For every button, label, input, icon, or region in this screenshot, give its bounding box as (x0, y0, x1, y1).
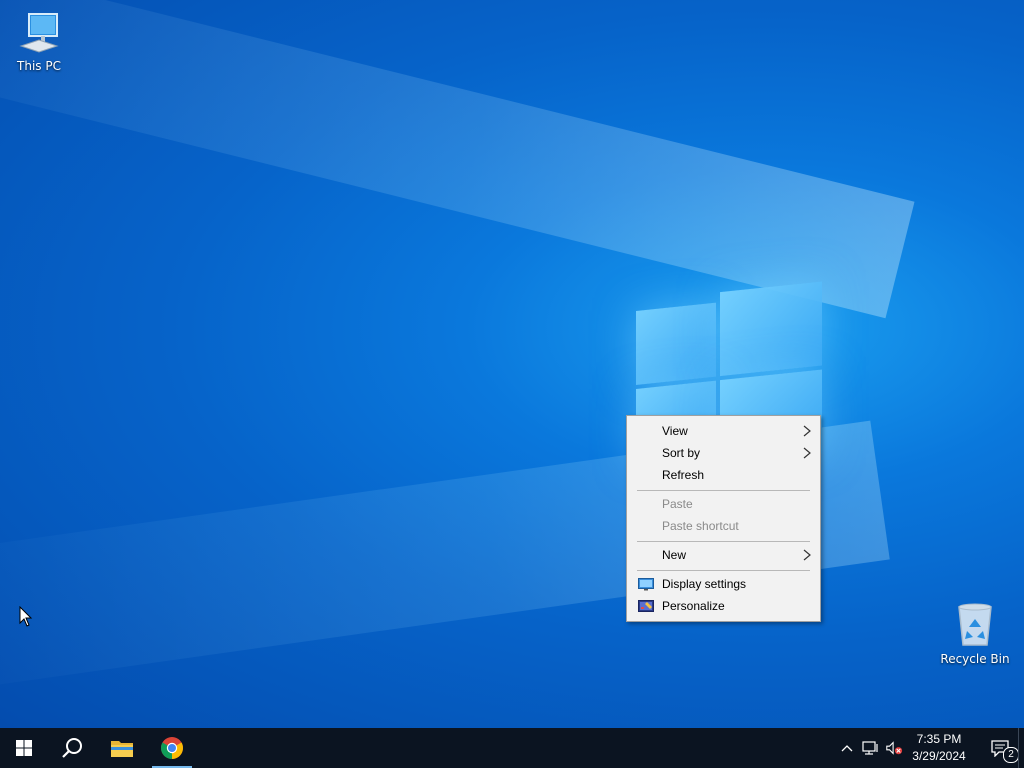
menu-item-view[interactable]: View (628, 420, 819, 442)
menu-item-refresh[interactable]: Refresh (628, 464, 819, 486)
show-desktop-button[interactable] (1018, 728, 1024, 768)
file-explorer-icon (111, 741, 133, 757)
display-icon (638, 578, 654, 591)
notification-count: 2 (1008, 749, 1014, 760)
chrome-icon (161, 737, 183, 759)
clock-date: 3/29/2024 (912, 749, 966, 763)
menu-item-sort-by[interactable]: Sort by (628, 442, 819, 464)
personalize-icon (638, 600, 654, 612)
desktop-icon-label: Recycle Bin (940, 652, 1010, 666)
menu-item-paste-shortcut: Paste shortcut (628, 515, 819, 537)
menu-item-paste: Paste (628, 493, 819, 515)
taskbar: 7:35 PM 3/29/2024 2 (0, 728, 1024, 768)
chevron-right-icon (803, 425, 811, 437)
computer-icon (19, 13, 59, 53)
menu-separator (637, 570, 810, 571)
recycle-bin-icon (958, 603, 992, 646)
clock-time: 7:35 PM (916, 732, 962, 746)
desktop-icon-this-pc[interactable]: This PC (1, 10, 77, 73)
desktop-icon-recycle-bin[interactable]: Recycle Bin (937, 601, 1013, 666)
network-icon (862, 741, 878, 755)
search-icon (62, 738, 82, 758)
chrome-button[interactable] (148, 728, 196, 768)
menu-item-display-settings[interactable]: Display settings (628, 573, 819, 595)
network-status-button[interactable] (862, 740, 880, 756)
menu-separator (637, 490, 810, 491)
action-center-button[interactable]: 2 (976, 728, 1024, 768)
start-icon (16, 740, 32, 756)
menu-item-label: Refresh (662, 468, 705, 482)
start-button[interactable] (0, 728, 48, 768)
menu-separator (637, 541, 810, 542)
search-button[interactable] (48, 728, 96, 768)
menu-item-personalize[interactable]: Personalize (628, 595, 819, 617)
menu-item-label: Display settings (662, 577, 747, 591)
light-beam (0, 0, 915, 319)
file-explorer-button[interactable] (98, 728, 146, 768)
menu-item-new[interactable]: New (628, 544, 819, 566)
menu-item-label: View (662, 424, 688, 438)
menu-item-label: New (662, 548, 687, 562)
menu-item-label: Personalize (662, 599, 725, 613)
desktop-icon-label: This PC (17, 59, 61, 73)
menu-item-label: Sort by (662, 446, 701, 460)
chevron-up-icon (841, 745, 853, 752)
desktop[interactable]: This PC Recycle Bin View Sort by Refresh… (0, 0, 1024, 728)
chevron-right-icon (803, 549, 811, 561)
show-hidden-icons-button[interactable] (838, 740, 856, 756)
taskbar-clock[interactable]: 7:35 PM 3/29/2024 (900, 731, 978, 765)
menu-item-label: Paste shortcut (662, 519, 739, 533)
menu-item-label: Paste (662, 497, 693, 511)
notification-count-badge: 2 (1003, 747, 1019, 763)
chevron-right-icon (803, 447, 811, 459)
mouse-cursor-icon (19, 606, 33, 627)
desktop-context-menu: View Sort by Refresh Paste Paste shortcu… (626, 415, 821, 622)
